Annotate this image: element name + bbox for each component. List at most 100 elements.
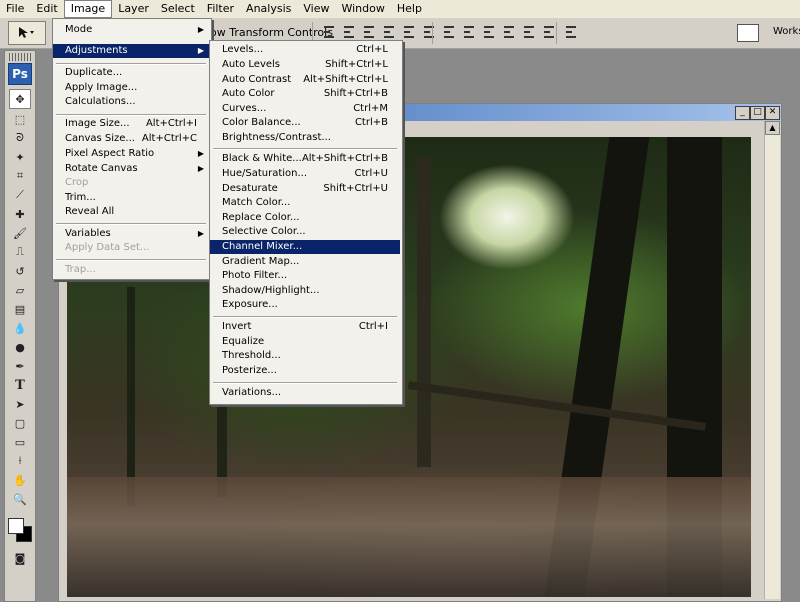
- menu-item-match-color[interactable]: Match Color...: [210, 196, 400, 210]
- menu-item-pixel-aspect-ratio[interactable]: Pixel Aspect Ratio ▶: [53, 147, 209, 161]
- menu-item-label: Variations...: [222, 387, 282, 398]
- menu-item-rotate-canvas[interactable]: Rotate Canvas ▶: [53, 162, 209, 176]
- type-tool-icon[interactable]: T: [10, 376, 30, 394]
- auto-align-icon[interactable]: [564, 24, 578, 40]
- menu-select[interactable]: Select: [155, 0, 201, 18]
- menu-file[interactable]: File: [0, 0, 30, 18]
- menu-item-variables[interactable]: Variables ▶: [53, 227, 209, 241]
- menu-item-equalize[interactable]: Equalize: [210, 335, 400, 349]
- ps-logo[interactable]: Ps: [8, 63, 32, 85]
- notes-tool-icon[interactable]: ▭: [10, 433, 30, 451]
- menu-item-desaturate[interactable]: Desaturate Shift+Ctrl+U: [210, 182, 400, 196]
- workspace-icon[interactable]: [737, 24, 759, 42]
- menu-item-black-white[interactable]: Black & White... Alt+Shift+Ctrl+B: [210, 152, 400, 166]
- magic-wand-tool-icon[interactable]: ✦: [10, 148, 30, 166]
- history-brush-tool-icon[interactable]: ↺: [10, 262, 30, 280]
- menu-item-label: Curves...: [222, 103, 267, 114]
- menu-window[interactable]: Window: [335, 0, 390, 18]
- align-left-icon[interactable]: [382, 24, 396, 40]
- distribute-hcenter-icon[interactable]: [522, 24, 536, 40]
- blur-tool-icon[interactable]: 💧: [10, 319, 30, 337]
- maximize-icon[interactable]: □: [750, 106, 765, 120]
- menu-item-auto-levels[interactable]: Auto Levels Shift+Ctrl+L: [210, 58, 400, 72]
- menu-item-shortcut: Ctrl+I: [358, 321, 388, 332]
- align-buttons: [322, 24, 436, 40]
- distribute-vcenter-icon[interactable]: [462, 24, 476, 40]
- menu-analysis[interactable]: Analysis: [240, 0, 297, 18]
- path-select-tool-icon[interactable]: ➤: [10, 395, 30, 413]
- menu-edit[interactable]: Edit: [30, 0, 63, 18]
- close-icon[interactable]: ✕: [765, 106, 780, 120]
- marquee-tool-icon[interactable]: ⬚: [10, 110, 30, 128]
- eyedropper-tool-icon[interactable]: ⟊: [10, 452, 30, 470]
- minimize-icon[interactable]: _: [735, 106, 750, 120]
- healing-tool-icon[interactable]: ✚: [10, 205, 30, 223]
- menu-item-hue-saturation[interactable]: Hue/Saturation... Ctrl+U: [210, 167, 400, 181]
- menu-layer[interactable]: Layer: [112, 0, 155, 18]
- distribute-top-icon[interactable]: [442, 24, 456, 40]
- menu-filter[interactable]: Filter: [201, 0, 240, 18]
- gradient-tool-icon[interactable]: ▤: [10, 300, 30, 318]
- menu-item-adjustments[interactable]: Adjustments ▶: [53, 44, 209, 58]
- menu-item-reveal-all[interactable]: Reveal All: [53, 205, 209, 219]
- menu-item-channel-mixer[interactable]: Channel Mixer...: [210, 240, 400, 254]
- menu-item-replace-color[interactable]: Replace Color...: [210, 211, 400, 225]
- menu-item-auto-contrast[interactable]: Auto Contrast Alt+Shift+Ctrl+L: [210, 73, 400, 87]
- slice-tool-icon[interactable]: ⟋: [10, 186, 30, 204]
- menu-item-label: Mode: [65, 24, 93, 35]
- scroll-up-icon[interactable]: ▲: [765, 121, 780, 135]
- menu-item-curves[interactable]: Curves... Ctrl+M: [210, 102, 400, 116]
- shape-tool-icon[interactable]: ▢: [10, 414, 30, 432]
- distribute-bottom-icon[interactable]: [482, 24, 496, 40]
- tool-preset-picker[interactable]: [8, 21, 46, 45]
- menu-item-auto-color[interactable]: Auto Color Shift+Ctrl+B: [210, 87, 400, 101]
- eraser-tool-icon[interactable]: ▱: [10, 281, 30, 299]
- hand-tool-icon[interactable]: ✋: [10, 471, 30, 489]
- menu-item-trim[interactable]: Trim...: [53, 191, 209, 205]
- menu-item-levels[interactable]: Levels... Ctrl+L: [210, 43, 400, 57]
- dodge-tool-icon[interactable]: ●: [10, 338, 30, 356]
- menu-item-threshold[interactable]: Threshold...: [210, 349, 400, 363]
- menu-item-label: Levels...: [222, 44, 264, 55]
- lasso-tool-icon[interactable]: ᘐ: [10, 129, 30, 147]
- menu-item-label: Shadow/Highlight...: [222, 285, 320, 296]
- align-bottom-icon[interactable]: [362, 24, 376, 40]
- stamp-tool-icon[interactable]: ⎍: [10, 243, 30, 261]
- menu-item-exposure[interactable]: Exposure...: [210, 298, 400, 312]
- menu-item-canvas-size[interactable]: Canvas Size... Alt+Ctrl+C: [53, 132, 209, 146]
- menu-item-posterize[interactable]: Posterize...: [210, 364, 400, 378]
- brush-tool-icon[interactable]: 🖌: [10, 224, 30, 242]
- menu-item-gradient-map[interactable]: Gradient Map...: [210, 255, 400, 269]
- menu-item-photo-filter[interactable]: Photo Filter...: [210, 269, 400, 283]
- menu-item-variations[interactable]: Variations...: [210, 386, 400, 400]
- zoom-tool-icon[interactable]: 🔍: [10, 490, 30, 508]
- toolbox-grip[interactable]: [9, 53, 31, 61]
- menu-item-brightness-contrast[interactable]: Brightness/Contrast...: [210, 131, 400, 145]
- menu-image[interactable]: Image: [63, 0, 113, 18]
- menu-item-image-size[interactable]: Image Size... Alt+Ctrl+I: [53, 117, 209, 131]
- pen-tool-icon[interactable]: ✒: [10, 357, 30, 375]
- menu-help[interactable]: Help: [391, 0, 428, 18]
- menu-item-invert[interactable]: Invert Ctrl+I: [210, 320, 400, 334]
- menu-item-shadow-highlight[interactable]: Shadow/Highlight...: [210, 284, 400, 298]
- move-tool-icon[interactable]: ✥: [9, 89, 31, 109]
- vertical-scrollbar[interactable]: ▲: [764, 121, 780, 599]
- show-transform-controls-label[interactable]: ow Transform Controls: [210, 26, 333, 39]
- distribute-left-icon[interactable]: [502, 24, 516, 40]
- align-right-icon[interactable]: [422, 24, 436, 40]
- align-hcenter-icon[interactable]: [402, 24, 416, 40]
- quick-mask-icon[interactable]: ◙: [10, 549, 30, 567]
- align-top-icon[interactable]: [322, 24, 336, 40]
- workspace-label[interactable]: Works: [773, 26, 800, 37]
- menu-item-color-balance[interactable]: Color Balance... Ctrl+B: [210, 116, 400, 130]
- menu-item-apply-image[interactable]: Apply Image...: [53, 81, 209, 95]
- menu-item-duplicate[interactable]: Duplicate...: [53, 66, 209, 80]
- menu-item-calculations[interactable]: Calculations...: [53, 95, 209, 109]
- crop-tool-icon[interactable]: ⌗: [10, 167, 30, 185]
- align-vcenter-icon[interactable]: [342, 24, 356, 40]
- menu-item-mode[interactable]: Mode ▶: [53, 23, 209, 37]
- distribute-right-icon[interactable]: [542, 24, 556, 40]
- menu-item-selective-color[interactable]: Selective Color...: [210, 225, 400, 239]
- foreground-color-swatch[interactable]: [8, 518, 24, 534]
- menu-view[interactable]: View: [297, 0, 335, 18]
